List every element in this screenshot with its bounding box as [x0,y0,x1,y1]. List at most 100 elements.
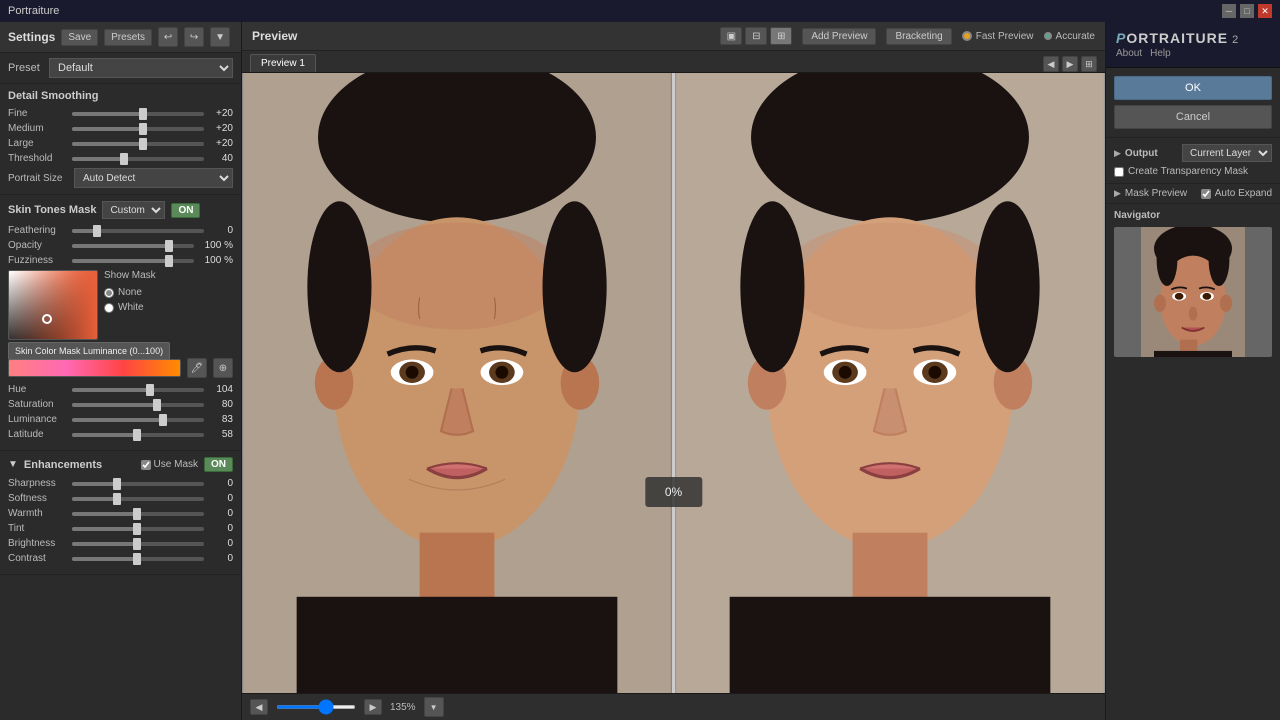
mask-preview-toggle[interactable]: ▶ [1114,188,1121,199]
close-button[interactable]: ✕ [1258,4,1272,18]
fine-slider[interactable] [72,112,204,116]
latitude-slider[interactable] [72,433,204,437]
luminance-slider[interactable] [72,418,204,422]
portraiture-header: PORTRAITURE 2 About Help [1106,22,1280,68]
fuzziness-slider[interactable] [72,259,194,263]
opacity-label: Opacity [8,240,68,251]
show-mask-white-input[interactable] [104,303,114,313]
settings-title: Settings [8,30,55,44]
threshold-value: 40 [208,153,233,164]
view-icon-3[interactable]: ⊞ [770,27,792,45]
show-mask-white-radio[interactable]: White [104,302,233,313]
saturation-label: Saturation [8,399,68,410]
portrait-size-select[interactable]: Auto Detect [74,168,233,188]
preview-tab-1[interactable]: Preview 1 [250,54,316,72]
show-mask-none-input[interactable] [104,288,114,298]
create-mask-checkbox[interactable] [1114,167,1124,177]
reset-color-button[interactable]: ⊕ [213,358,233,378]
opacity-slider[interactable] [72,244,194,248]
add-preview-button[interactable]: Add Preview [802,28,876,45]
view-icons: ▣ ⊟ ⊞ [720,27,792,45]
eyedropper-button[interactable]: 🖊 [187,358,207,378]
luminance-value: 83 [208,414,233,425]
brightness-slider[interactable] [72,542,204,546]
show-mask-none-radio[interactable]: None [104,287,233,298]
fine-label: Fine [8,108,68,119]
enhancements-title: Enhancements [24,459,102,471]
tint-label: Tint [8,523,68,534]
large-slider[interactable] [72,142,204,146]
tint-slider[interactable] [72,527,204,531]
presets-button[interactable]: Presets [104,29,152,46]
brightness-row: Brightness 0 [8,538,233,549]
navigator-thumbnail[interactable] [1114,227,1272,357]
nav-right-button[interactable]: ▶ [364,699,382,715]
saturation-slider[interactable] [72,403,204,407]
menu-button[interactable]: ▼ [210,27,230,47]
about-button[interactable]: About [1116,48,1142,59]
redo-button[interactable]: ↪ [184,27,204,47]
show-mask-white-label: White [118,302,144,313]
view-icon-2[interactable]: ⊟ [745,27,767,45]
app-title: Portraiture [8,5,59,17]
fine-row: Fine +20 [8,108,233,119]
title-bar: Portraiture ─ □ ✕ [0,0,1280,22]
detail-smoothing-title: Detail Smoothing [8,90,233,102]
skin-tones-select[interactable]: Custom [102,201,165,219]
tab-nav-next[interactable]: ▶ [1062,56,1078,72]
save-button[interactable]: Save [61,29,98,46]
auto-expand-checkbox[interactable] [1201,189,1211,199]
progress-overlay: 0% [645,477,702,507]
feathering-slider[interactable] [72,229,204,233]
skin-color-tooltip: Skin Color Mask Luminance (0...100) [8,342,170,360]
view-icon-1[interactable]: ▣ [720,27,742,45]
hue-label: Hue [8,384,68,395]
right-menu: About Help [1116,48,1270,59]
use-mask-label: Use Mask [154,459,198,470]
bracketing-button[interactable]: Bracketing [886,28,951,45]
preset-row: Preset Default [0,53,241,84]
detail-smoothing-section: Detail Smoothing Fine +20 Medium +20 [0,84,241,195]
threshold-slider[interactable] [72,157,204,161]
zoom-dropdown-button[interactable]: ▼ [424,697,444,717]
left-face-svg [242,73,672,693]
cancel-button[interactable]: Cancel [1114,105,1272,129]
hue-value: 104 [208,384,233,395]
navigator-title: Navigator [1114,210,1272,221]
warmth-slider[interactable] [72,512,204,516]
contrast-row: Contrast 0 [8,553,233,564]
output-toggle[interactable]: ▶ [1114,148,1121,159]
nav-left-button[interactable]: ◀ [250,699,268,715]
preset-select[interactable]: Default [49,58,233,78]
color-gradient[interactable] [8,270,98,340]
accurate-radio-dot [1044,32,1052,40]
use-mask-checkbox[interactable] [141,460,151,470]
hue-slider[interactable] [72,388,204,392]
luminance-row: Luminance 83 [8,414,233,425]
tab-expand[interactable]: ⊞ [1081,56,1097,72]
warmth-label: Warmth [8,508,68,519]
contrast-slider[interactable] [72,557,204,561]
minimize-button[interactable]: ─ [1222,4,1236,18]
ok-button[interactable]: OK [1114,76,1272,100]
skin-tones-on-button[interactable]: ON [171,203,200,218]
window-controls: ─ □ ✕ [1222,4,1272,18]
progress-text: 0% [665,485,682,499]
create-mask-row: Create Transparency Mask [1114,166,1272,177]
color-bar[interactable] [8,359,181,377]
output-select[interactable]: Current Layer [1182,144,1272,162]
accurate-label: Accurate [1056,31,1095,42]
medium-slider[interactable] [72,127,204,131]
zoom-slider[interactable] [276,705,356,709]
maximize-button[interactable]: □ [1240,4,1254,18]
tab-nav-prev[interactable]: ◀ [1043,56,1059,72]
opacity-value: 100 % [198,240,233,251]
help-button[interactable]: Help [1150,48,1171,59]
undo-button[interactable]: ↩ [158,27,178,47]
latitude-label: Latitude [8,429,68,440]
enhancements-toggle[interactable]: ▼ [8,459,18,470]
auto-expand-label: Auto Expand [1215,188,1272,199]
softness-slider[interactable] [72,497,204,501]
enhancements-on-button[interactable]: ON [204,457,233,472]
sharpness-slider[interactable] [72,482,204,486]
